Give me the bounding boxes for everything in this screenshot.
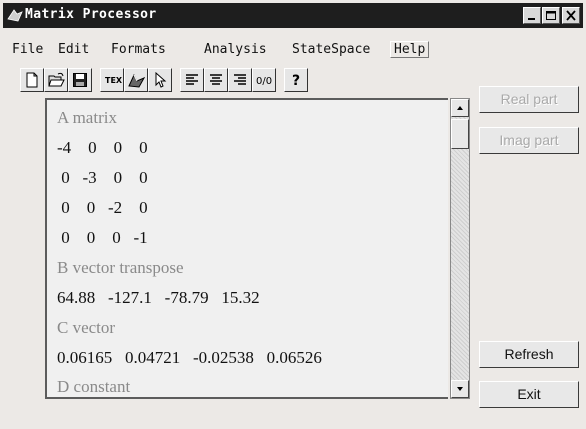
close-button[interactable]	[562, 7, 580, 24]
help-label: ?	[292, 73, 300, 88]
menu-file[interactable]: File	[12, 42, 43, 57]
menu-formats[interactable]: Formats	[111, 42, 166, 57]
rational-format-button[interactable]: 0/0	[252, 68, 276, 92]
simulink-icon	[128, 73, 145, 88]
align-center-icon	[210, 74, 222, 85]
vertical-scrollbar[interactable]	[450, 98, 470, 399]
save-icon	[73, 73, 87, 87]
refresh-button[interactable]: Refresh	[479, 341, 579, 368]
close-icon	[566, 10, 576, 21]
matrix-line-a-heading[interactable]: A matrix	[57, 108, 117, 128]
help-icon: ?	[292, 73, 300, 88]
align-left-icon	[186, 74, 198, 85]
pointer-button[interactable]	[148, 68, 172, 92]
matrix-line-a-row3[interactable]: 0 0 -2 0	[57, 198, 147, 218]
align-right-button[interactable]	[228, 68, 252, 92]
matrix-line-a-row4[interactable]: 0 0 0 -1	[57, 228, 147, 248]
minimize-button[interactable]	[523, 7, 541, 24]
title-bar[interactable]: Matrix Processor	[3, 3, 583, 28]
matrix-line-a-row2[interactable]: 0 -3 0 0	[57, 168, 147, 188]
scroll-up-arrow-icon	[457, 106, 463, 110]
matrix-display-listbox[interactable]: A matrix -4 0 0 0 0 -3 0 0 0 0 -2 0 0 0 …	[45, 98, 448, 399]
new-file-icon	[26, 72, 38, 88]
scroll-down-button[interactable]	[451, 380, 469, 398]
tex-icon: TEX	[105, 76, 122, 85]
maximize-button[interactable]	[542, 7, 560, 24]
matrix-line-c-heading[interactable]: C vector	[57, 318, 115, 338]
menu-analysis[interactable]: Analysis	[204, 42, 267, 57]
rational-label: 0/0	[256, 76, 272, 87]
align-right-icon	[234, 74, 246, 85]
new-file-button[interactable]	[20, 68, 44, 92]
real-part-button[interactable]: Real part	[479, 86, 579, 113]
menu-statespace[interactable]: StateSpace	[292, 42, 370, 57]
maximize-icon	[546, 11, 556, 20]
open-button[interactable]	[44, 68, 68, 92]
exit-button[interactable]: Exit	[479, 381, 579, 408]
menu-help[interactable]: Help	[390, 41, 430, 58]
minimize-icon	[528, 18, 535, 20]
rational-format-icon: 0/0	[256, 76, 272, 87]
align-center-button[interactable]	[204, 68, 228, 92]
tex-button[interactable]: TEX	[100, 68, 124, 92]
matrix-line-d-heading[interactable]: D constant	[57, 377, 130, 397]
matrix-line-b-values[interactable]: 64.88 -127.1 -78.79 15.32	[57, 288, 260, 308]
simulink-button[interactable]	[124, 68, 148, 92]
matrix-line-b-heading[interactable]: B vector transpose	[57, 258, 184, 278]
scroll-up-button[interactable]	[451, 99, 469, 117]
help-button[interactable]: ?	[284, 68, 308, 92]
pointer-icon	[155, 72, 167, 88]
save-button[interactable]	[68, 68, 92, 92]
matrix-line-a-row1[interactable]: -4 0 0 0	[57, 138, 148, 158]
open-folder-icon	[48, 72, 65, 87]
tex-label: TEX	[105, 76, 122, 85]
menu-edit[interactable]: Edit	[58, 42, 89, 57]
matlab-logo-icon	[7, 9, 23, 22]
scroll-thumb[interactable]	[451, 119, 469, 149]
matrix-line-c-values[interactable]: 0.06165 0.04721 -0.02538 0.06526	[57, 348, 322, 368]
scroll-down-arrow-icon	[457, 387, 463, 391]
window-title: Matrix Processor	[25, 7, 157, 22]
imag-part-button[interactable]: Imag part	[479, 127, 579, 154]
matrix-processor-window: Matrix Processor File Edit Formats Analy…	[0, 0, 586, 429]
align-left-button[interactable]	[180, 68, 204, 92]
